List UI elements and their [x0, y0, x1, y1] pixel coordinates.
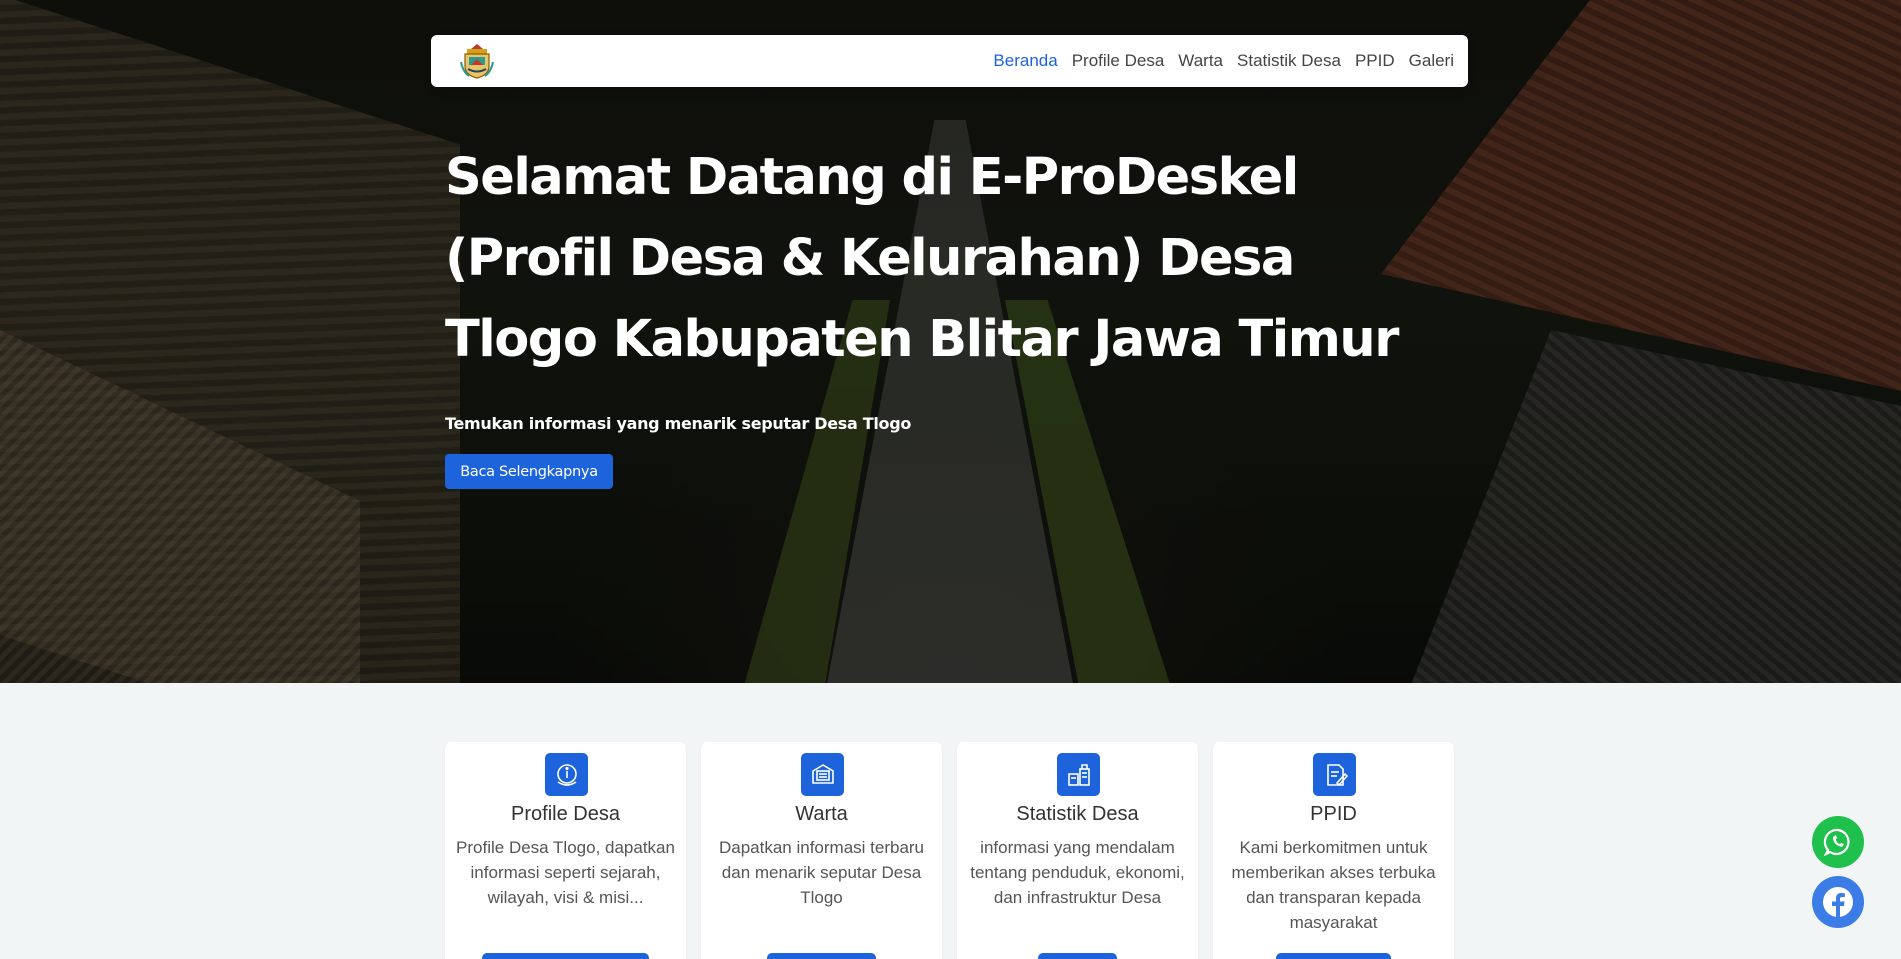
- newspaper-icon: [801, 753, 844, 796]
- card-title: Profile Desa: [511, 803, 620, 825]
- hero-section: Beranda Profile Desa Warta Statistik Des…: [0, 0, 1901, 683]
- card-title: PPID: [1310, 803, 1357, 825]
- card-ppid: PPID Kami berkomitmen untuk memberikan a…: [1213, 742, 1454, 959]
- info-book-icon: [545, 753, 588, 796]
- building-icon: [1057, 753, 1100, 796]
- hero-title-line: Selamat Datang di E-ProDeskel: [445, 148, 1299, 207]
- card-button[interactable]: [1038, 953, 1117, 959]
- hero-title: Selamat Datang di E-ProDeskel (Profil De…: [445, 137, 1455, 380]
- nav-item-ppid[interactable]: PPID: [1355, 51, 1395, 71]
- nav-item-beranda[interactable]: Beranda: [993, 51, 1057, 71]
- card-warta: Warta Dapatkan informasi terbaru dan men…: [701, 742, 942, 959]
- nav-item-profile-desa[interactable]: Profile Desa: [1072, 51, 1165, 71]
- nav-item-galeri[interactable]: Galeri: [1409, 51, 1454, 71]
- card-profile-desa: Profile Desa Profile Desa Tlogo, dapatka…: [445, 742, 686, 959]
- nav-item-statistik-desa[interactable]: Statistik Desa: [1237, 51, 1341, 71]
- card-button[interactable]: [1276, 953, 1391, 959]
- card-title: Warta: [795, 803, 848, 825]
- read-more-button[interactable]: Baca Selengkapnya: [445, 454, 613, 489]
- document-pen-icon: [1313, 753, 1356, 796]
- hero-subtitle: Temukan informasi yang menarik seputar D…: [445, 414, 912, 433]
- whatsapp-button[interactable]: [1812, 816, 1864, 868]
- facebook-icon: [1823, 887, 1853, 918]
- village-crest-logo[interactable]: [459, 42, 495, 80]
- card-button[interactable]: [482, 953, 649, 959]
- navbar: Beranda Profile Desa Warta Statistik Des…: [431, 35, 1468, 87]
- facebook-button[interactable]: [1812, 876, 1864, 928]
- card-description: Dapatkan informasi terbaru dan menarik s…: [718, 838, 925, 907]
- feature-cards: Profile Desa Profile Desa Tlogo, dapatka…: [445, 742, 1454, 959]
- card-description: informasi yang mendalam tentang penduduk…: [970, 838, 1185, 907]
- nav-menu: Beranda Profile Desa Warta Statistik Des…: [993, 35, 1468, 87]
- card-description: Kami berkomitmen untuk memberikan akses …: [1231, 838, 1436, 932]
- whatsapp-icon: [1823, 828, 1850, 857]
- card-title: Statistik Desa: [1016, 803, 1139, 825]
- card-description: Profile Desa Tlogo, dapatkan informasi s…: [456, 838, 675, 907]
- card-button[interactable]: [767, 953, 876, 959]
- nav-item-warta[interactable]: Warta: [1178, 51, 1223, 71]
- card-statistik-desa: Statistik Desa informasi yang mendalam t…: [957, 742, 1198, 959]
- hero-title-line: (Profil Desa & Kelurahan) Desa: [445, 229, 1295, 288]
- hero-title-line: Tlogo Kabupaten Blitar Jawa Timur: [445, 310, 1399, 369]
